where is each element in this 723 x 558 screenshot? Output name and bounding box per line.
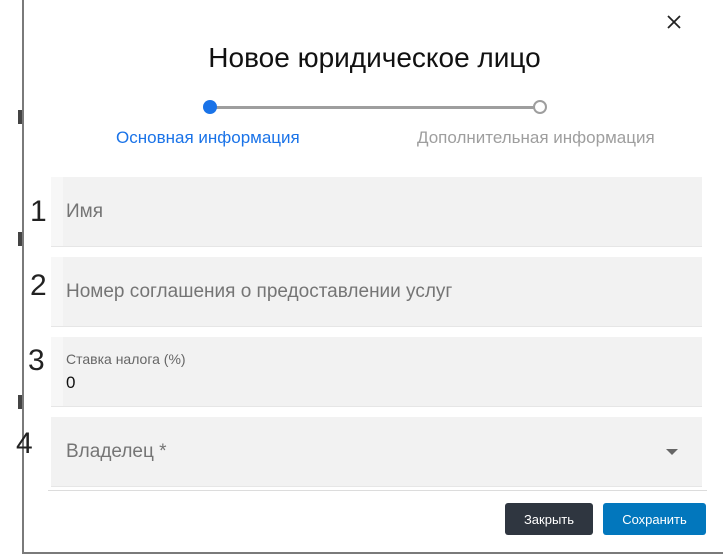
service-agreement-placeholder: Номер соглашения о предоставлении услуг bbox=[66, 281, 453, 302]
step-label-additional-info[interactable]: Дополнительная информация bbox=[417, 128, 655, 148]
name-placeholder: Имя bbox=[66, 201, 104, 222]
field-edge bbox=[51, 177, 63, 246]
save-button[interactable]: Сохранить bbox=[603, 503, 706, 535]
owner-placeholder: Владелец * bbox=[66, 441, 167, 462]
tax-rate-value: 0 bbox=[66, 373, 76, 392]
field-number: 1 bbox=[30, 195, 47, 228]
name-input[interactable]: Имя bbox=[51, 177, 702, 247]
step-indicator-additional-info[interactable] bbox=[533, 100, 547, 114]
backdrop bbox=[0, 0, 22, 558]
close-dialog-button[interactable] bbox=[662, 10, 686, 34]
tax-rate-input[interactable]: Ставка налога (%) 0 bbox=[51, 337, 702, 407]
chevron-down-icon[interactable] bbox=[666, 449, 678, 455]
service-agreement-number-input[interactable]: Номер соглашения о предоставлении услуг bbox=[51, 257, 702, 327]
field-edge bbox=[51, 257, 63, 326]
close-button[interactable]: Закрыть bbox=[505, 503, 593, 535]
dialog-title: Новое юридическое лицо bbox=[208, 42, 541, 73]
field-edge bbox=[51, 337, 63, 406]
new-legal-entity-dialog: Новое юридическое лицо Основная информац… bbox=[16, 0, 723, 554]
field-number: 2 bbox=[30, 269, 47, 302]
step-indicator-basic-info[interactable] bbox=[203, 100, 217, 114]
step-label-basic-info[interactable]: Основная информация bbox=[116, 128, 300, 148]
tax-rate-label: Ставка налога (%) bbox=[66, 351, 186, 367]
owner-select[interactable]: Владелец * bbox=[51, 417, 702, 487]
field-number: 4 bbox=[16, 427, 33, 460]
field-number: 3 bbox=[28, 344, 45, 377]
stepper-connector bbox=[210, 106, 538, 109]
footer-divider bbox=[48, 490, 707, 491]
close-icon bbox=[667, 15, 681, 29]
